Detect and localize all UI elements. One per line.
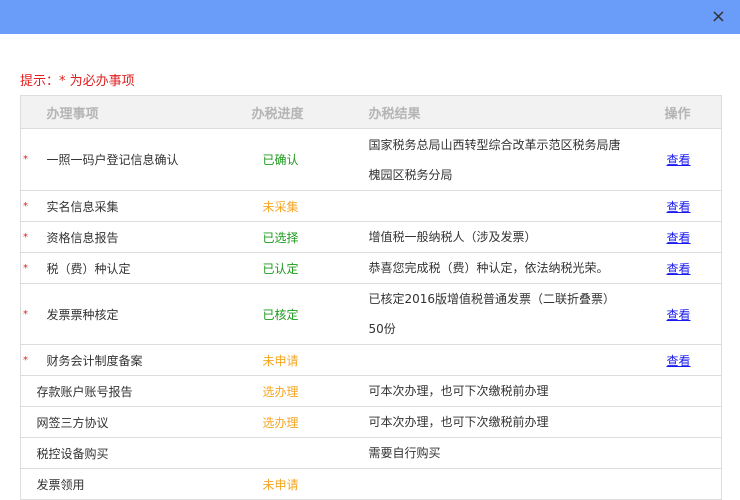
view-link[interactable]: 查看 [667,262,691,276]
task-name: 存款账户账号报告 [36,375,245,407]
task-status: 未申请 [250,344,361,376]
header-action: 操作 [660,95,722,129]
table-row: 存款账户账号报告 选办理 可本次办理，也可下次缴税前办理 [20,375,722,407]
table-header: 办理事项 办税进度 办税结果 操作 [20,95,722,129]
table-row: * 资格信息报告 已选择 增值税一般纳税人（涉及发票） 查看 [20,221,722,253]
required-marker: * [20,252,43,284]
task-status: 选办理 [250,375,361,407]
task-name: 网签三方协议 [36,406,245,438]
required-hint: 提示：* 为必办事项 [20,74,135,89]
table-row: 网签三方协议 选办理 可本次办理，也可下次缴税前办理 [20,406,722,438]
view-link[interactable]: 查看 [667,308,691,322]
task-status: 未申请 [250,468,361,500]
view-link[interactable]: 查看 [667,153,691,167]
table-row: 税控设备购买 需要自行购买 [20,437,722,469]
task-result: 恭喜您完成税（费）种认定，依法纳税光荣。 [360,252,661,284]
required-marker: * [20,221,43,253]
task-result [360,190,661,222]
task-name: 财务会计制度备案 [42,344,251,376]
task-status: 已选择 [250,221,361,253]
task-status: 已认定 [250,252,361,284]
task-status: 已核定 [250,283,361,345]
table-row: * 发票票种核定 已核定 已核定2016版增值税普通发票（二联折叠票）50份 查看 [20,283,722,345]
task-table: 办理事项 办税进度 办税结果 操作 * 一照一码户登记信息确认 已确认 国家税务总局山… [20,95,722,500]
table-row: * 一照一码户登记信息确认 已确认 国家税务总局山西转型综合改革示范区税务局唐槐园区税… [20,128,722,191]
header-progress: 办税进度 [250,95,361,129]
header-result: 办税结果 [360,95,661,129]
table-row: * 税（费）种认定 已认定 恭喜您完成税（费）种认定，依法纳税光荣。 查看 [20,252,722,284]
required-marker: * [20,344,43,376]
task-status [250,437,361,469]
task-result: 已核定2016版增值税普通发票（二联折叠票）50份 [360,283,661,345]
view-link[interactable]: 查看 [667,231,691,245]
task-result: 国家税务总局山西转型综合改革示范区税务局唐槐园区税务分局 [360,128,661,191]
task-result [360,468,661,500]
task-status: 已确认 [250,128,361,191]
view-link[interactable]: 查看 [667,354,691,368]
required-marker: * [20,128,43,191]
task-result [360,344,661,376]
table-row: * 实名信息采集 未采集 查看 [20,190,722,222]
task-name: 资格信息报告 [42,221,251,253]
task-result: 可本次办理，也可下次缴税前办理 [360,375,661,407]
task-result: 需要自行购买 [360,437,661,469]
table-row: * 财务会计制度备案 未申请 查看 [20,344,722,376]
task-result: 增值税一般纳税人（涉及发票） [360,221,661,253]
task-name: 实名信息采集 [42,190,251,222]
view-link[interactable]: 查看 [667,200,691,214]
dialog-title-bar: × [0,0,740,34]
task-name: 发票领用 [36,468,245,500]
task-name: 发票票种核定 [42,283,251,345]
table-row: 发票领用 未申请 [20,468,722,500]
required-marker: * [20,190,43,222]
required-marker: * [20,283,43,345]
task-result: 可本次办理，也可下次缴税前办理 [360,406,661,438]
task-status: 选办理 [250,406,361,438]
close-icon[interactable]: × [711,7,726,27]
task-name: 税（费）种认定 [42,252,251,284]
task-name: 税控设备购买 [36,437,245,469]
header-item: 办理事项 [42,95,251,129]
task-status: 未采集 [250,190,361,222]
task-name: 一照一码户登记信息确认 [42,128,251,191]
